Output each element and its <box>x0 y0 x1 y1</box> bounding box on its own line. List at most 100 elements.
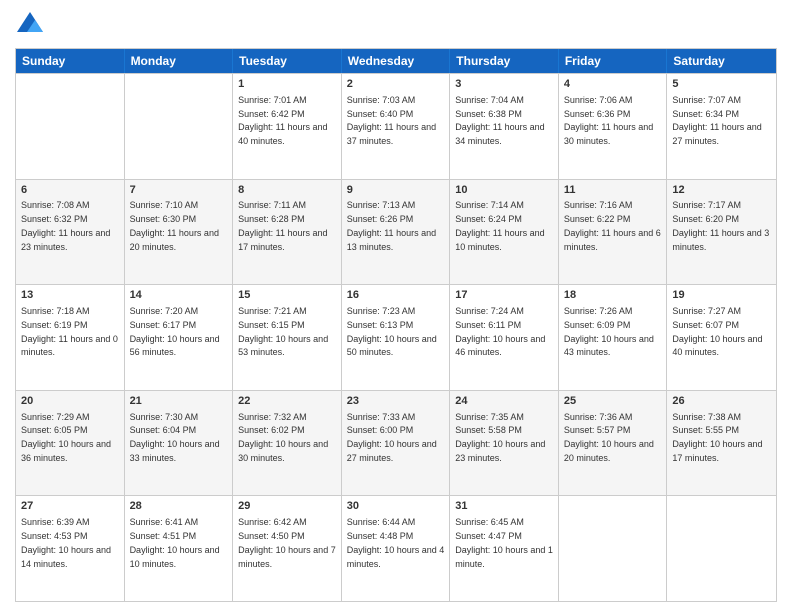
calendar-cell: 20 Sunrise: 7:29 AM Sunset: 6:05 PM Dayli… <box>16 391 125 496</box>
day-info: Sunrise: 7:32 AM Sunset: 6:02 PM Dayligh… <box>238 412 328 463</box>
calendar-body: 1 Sunrise: 7:01 AM Sunset: 6:42 PM Daylig… <box>16 73 776 601</box>
day-info: Sunrise: 7:13 AM Sunset: 6:26 PM Dayligh… <box>347 200 436 251</box>
day-info: Sunrise: 7:33 AM Sunset: 6:00 PM Dayligh… <box>347 412 437 463</box>
day-info: Sunrise: 7:04 AM Sunset: 6:38 PM Dayligh… <box>455 95 544 146</box>
day-number: 11 <box>564 183 662 198</box>
calendar-cell: 3 Sunrise: 7:04 AM Sunset: 6:38 PM Daylig… <box>450 74 559 179</box>
calendar-cell: 9 Sunrise: 7:13 AM Sunset: 6:26 PM Daylig… <box>342 180 451 285</box>
day-info: Sunrise: 7:30 AM Sunset: 6:04 PM Dayligh… <box>130 412 220 463</box>
calendar-cell <box>559 496 668 601</box>
calendar-cell: 25 Sunrise: 7:36 AM Sunset: 5:57 PM Dayli… <box>559 391 668 496</box>
day-number: 15 <box>238 288 336 303</box>
calendar-cell: 24Sunrise: 7:35 AM Sunset: 5:58 PM Dayli… <box>450 391 559 496</box>
day-number: 26 <box>672 394 771 409</box>
calendar-cell: 6 Sunrise: 7:08 AM Sunset: 6:32 PM Daylig… <box>16 180 125 285</box>
day-info: Sunrise: 7:27 AM Sunset: 6:07 PM Dayligh… <box>672 306 762 357</box>
day-info: Sunrise: 7:01 AM Sunset: 6:42 PM Dayligh… <box>238 95 327 146</box>
day-number: 27 <box>21 499 119 514</box>
calendar-cell: 11 Sunrise: 7:16 AM Sunset: 6:22 PM Dayli… <box>559 180 668 285</box>
page-header <box>15 10 777 40</box>
day-number: 6 <box>21 183 119 198</box>
day-info: Sunrise: 7:23 AM Sunset: 6:13 PM Dayligh… <box>347 306 437 357</box>
calendar-cell: 23Sunrise: 7:33 AM Sunset: 6:00 PM Dayli… <box>342 391 451 496</box>
day-number: 18 <box>564 288 662 303</box>
day-number: 9 <box>347 183 445 198</box>
day-info: Sunrise: 7:29 AM Sunset: 6:05 PM Dayligh… <box>21 412 111 463</box>
calendar-cell: 12Sunrise: 7:17 AM Sunset: 6:20 PM Dayli… <box>667 180 776 285</box>
calendar-cell: 2Sunrise: 7:03 AM Sunset: 6:40 PM Daylig… <box>342 74 451 179</box>
day-info: Sunrise: 7:38 AM Sunset: 5:55 PM Dayligh… <box>672 412 762 463</box>
calendar-row: 1 Sunrise: 7:01 AM Sunset: 6:42 PM Daylig… <box>16 73 776 179</box>
day-number: 25 <box>564 394 662 409</box>
day-info: Sunrise: 7:36 AM Sunset: 5:57 PM Dayligh… <box>564 412 654 463</box>
day-number: 5 <box>672 77 771 92</box>
day-number: 3 <box>455 77 553 92</box>
calendar-cell: 13Sunrise: 7:18 AM Sunset: 6:19 PM Dayli… <box>16 285 125 390</box>
day-number: 29 <box>238 499 336 514</box>
calendar-cell: 27 Sunrise: 6:39 AM Sunset: 4:53 PM Dayli… <box>16 496 125 601</box>
calendar-cell <box>125 74 234 179</box>
day-number: 30 <box>347 499 445 514</box>
day-number: 22 <box>238 394 336 409</box>
day-info: Sunrise: 6:39 AM Sunset: 4:53 PM Dayligh… <box>21 517 111 568</box>
calendar-cell: 19 Sunrise: 7:27 AM Sunset: 6:07 PM Dayli… <box>667 285 776 390</box>
calendar-cell: 8 Sunrise: 7:11 AM Sunset: 6:28 PM Daylig… <box>233 180 342 285</box>
calendar: SundayMondayTuesdayWednesdayThursdayFrid… <box>15 48 777 602</box>
day-info: Sunrise: 7:35 AM Sunset: 5:58 PM Dayligh… <box>455 412 545 463</box>
day-info: Sunrise: 6:42 AM Sunset: 4:50 PM Dayligh… <box>238 517 336 568</box>
day-number: 1 <box>238 77 336 92</box>
day-info: Sunrise: 7:07 AM Sunset: 6:34 PM Dayligh… <box>672 95 761 146</box>
calendar-cell: 1 Sunrise: 7:01 AM Sunset: 6:42 PM Daylig… <box>233 74 342 179</box>
calendar-cell: 10 Sunrise: 7:14 AM Sunset: 6:24 PM Dayli… <box>450 180 559 285</box>
calendar-header: SundayMondayTuesdayWednesdayThursdayFrid… <box>16 49 776 73</box>
day-number: 16 <box>347 288 445 303</box>
calendar-row: 27 Sunrise: 6:39 AM Sunset: 4:53 PM Dayli… <box>16 495 776 601</box>
weekday-header: Tuesday <box>233 49 342 73</box>
day-info: Sunrise: 7:03 AM Sunset: 6:40 PM Dayligh… <box>347 95 436 146</box>
day-number: 4 <box>564 77 662 92</box>
weekday-header: Thursday <box>450 49 559 73</box>
calendar-cell: 7 Sunrise: 7:10 AM Sunset: 6:30 PM Daylig… <box>125 180 234 285</box>
day-number: 10 <box>455 183 553 198</box>
day-info: Sunrise: 7:08 AM Sunset: 6:32 PM Dayligh… <box>21 200 110 251</box>
day-number: 21 <box>130 394 228 409</box>
day-number: 28 <box>130 499 228 514</box>
day-number: 17 <box>455 288 553 303</box>
day-info: Sunrise: 7:21 AM Sunset: 6:15 PM Dayligh… <box>238 306 328 357</box>
calendar-cell: 17Sunrise: 7:24 AM Sunset: 6:11 PM Dayli… <box>450 285 559 390</box>
day-info: Sunrise: 6:45 AM Sunset: 4:47 PM Dayligh… <box>455 517 553 568</box>
calendar-cell: 31 Sunrise: 6:45 AM Sunset: 4:47 PM Dayli… <box>450 496 559 601</box>
calendar-cell: 16 Sunrise: 7:23 AM Sunset: 6:13 PM Dayli… <box>342 285 451 390</box>
calendar-cell <box>16 74 125 179</box>
day-number: 20 <box>21 394 119 409</box>
calendar-cell: 28 Sunrise: 6:41 AM Sunset: 4:51 PM Dayli… <box>125 496 234 601</box>
weekday-header: Wednesday <box>342 49 451 73</box>
day-info: Sunrise: 7:18 AM Sunset: 6:19 PM Dayligh… <box>21 306 118 357</box>
day-number: 7 <box>130 183 228 198</box>
weekday-header: Friday <box>559 49 668 73</box>
calendar-cell: 26 Sunrise: 7:38 AM Sunset: 5:55 PM Dayli… <box>667 391 776 496</box>
day-info: Sunrise: 7:06 AM Sunset: 6:36 PM Dayligh… <box>564 95 653 146</box>
day-number: 14 <box>130 288 228 303</box>
day-info: Sunrise: 6:41 AM Sunset: 4:51 PM Dayligh… <box>130 517 220 568</box>
day-info: Sunrise: 7:11 AM Sunset: 6:28 PM Dayligh… <box>238 200 327 251</box>
day-info: Sunrise: 7:26 AM Sunset: 6:09 PM Dayligh… <box>564 306 654 357</box>
calendar-row: 13Sunrise: 7:18 AM Sunset: 6:19 PM Dayli… <box>16 284 776 390</box>
day-info: Sunrise: 7:10 AM Sunset: 6:30 PM Dayligh… <box>130 200 219 251</box>
calendar-cell: 18 Sunrise: 7:26 AM Sunset: 6:09 PM Dayli… <box>559 285 668 390</box>
logo-icon <box>15 10 45 40</box>
day-number: 19 <box>672 288 771 303</box>
calendar-cell: 21 Sunrise: 7:30 AM Sunset: 6:04 PM Dayli… <box>125 391 234 496</box>
logo <box>15 10 49 40</box>
day-info: Sunrise: 7:14 AM Sunset: 6:24 PM Dayligh… <box>455 200 544 251</box>
calendar-cell: 5 Sunrise: 7:07 AM Sunset: 6:34 PM Daylig… <box>667 74 776 179</box>
day-number: 12 <box>672 183 771 198</box>
day-info: Sunrise: 7:16 AM Sunset: 6:22 PM Dayligh… <box>564 200 661 251</box>
calendar-row: 6 Sunrise: 7:08 AM Sunset: 6:32 PM Daylig… <box>16 179 776 285</box>
calendar-cell: 14Sunrise: 7:20 AM Sunset: 6:17 PM Dayli… <box>125 285 234 390</box>
day-number: 8 <box>238 183 336 198</box>
weekday-header: Monday <box>125 49 234 73</box>
day-info: Sunrise: 6:44 AM Sunset: 4:48 PM Dayligh… <box>347 517 445 568</box>
calendar-cell: 4 Sunrise: 7:06 AM Sunset: 6:36 PM Daylig… <box>559 74 668 179</box>
day-number: 31 <box>455 499 553 514</box>
